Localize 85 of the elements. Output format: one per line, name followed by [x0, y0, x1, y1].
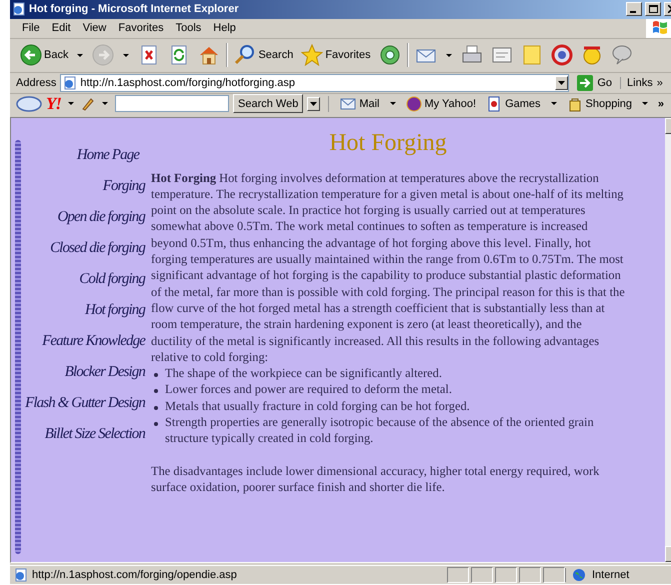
search-field[interactable] [115, 95, 229, 112]
globe-icon [572, 568, 586, 582]
status-pane [519, 567, 541, 584]
media-icon [378, 44, 401, 66]
envelope-icon [340, 96, 356, 112]
status-pane [495, 567, 517, 584]
nav-link[interactable]: Home Page [76, 144, 140, 166]
status-pane [543, 567, 565, 584]
status-text: http://n.1asphost.com/forging/opendie.asp [32, 569, 237, 582]
links-button[interactable]: Links [620, 76, 653, 89]
star-icon [301, 44, 324, 66]
bullet-icon [154, 373, 158, 378]
zone-label: Internet [592, 569, 630, 582]
status-pane [471, 567, 493, 584]
caret-icon[interactable] [102, 102, 108, 106]
more-button[interactable]: » [656, 76, 663, 89]
flag-logo-icon [652, 20, 668, 34]
caret-icon[interactable] [123, 54, 130, 57]
address-label: Address [16, 76, 56, 89]
nav-link[interactable]: Feature Knowledge [42, 330, 145, 352]
target-icon [550, 44, 573, 66]
toolbar-button[interactable]: Back [18, 44, 70, 66]
nav-link[interactable]: Hot forging [85, 298, 145, 321]
caret-icon [310, 102, 318, 106]
more-button[interactable]: » [658, 98, 664, 110]
window-title: Hot forging - Microsoft Internet Explorer [29, 3, 240, 16]
pencil-icon [81, 96, 95, 111]
page-icon [63, 76, 78, 90]
go-button[interactable]: Go [573, 74, 616, 91]
list-item-text: Lower forces and power are required to deform the metal. [165, 381, 452, 398]
toolbar-link[interactable]: Mail [337, 96, 382, 112]
bullet-icon [154, 422, 158, 426]
toolbar-link[interactable]: Shopping [564, 96, 636, 112]
caret-icon[interactable] [390, 102, 396, 106]
card-icon [486, 96, 502, 112]
list-item-text: Strength properties are generally isotropic because of the absence of the oriented grain structure typically created in cold forging. [165, 414, 595, 447]
search-web-button[interactable]: Search Web [233, 94, 304, 114]
caret-icon[interactable] [446, 54, 452, 57]
nav-link[interactable]: Open die forging [57, 206, 145, 228]
caret-icon[interactable] [68, 102, 74, 106]
nav-link[interactable]: Closed die forging [50, 236, 145, 259]
note-icon [520, 44, 543, 66]
menu-item[interactable]: Favorites [112, 22, 170, 34]
go-arrow-icon [577, 74, 594, 91]
status-pane [447, 567, 469, 584]
nav-link[interactable]: Billet Size Selection [44, 422, 145, 445]
caret-icon[interactable] [77, 54, 84, 57]
page-icon [12, 2, 26, 16]
dropdown-button[interactable] [307, 96, 320, 111]
caret-icon[interactable] [642, 102, 648, 106]
dropdown-button[interactable] [555, 76, 568, 90]
search-icon [234, 44, 256, 66]
bullet-icon [154, 406, 158, 410]
oval-logo-icon [16, 96, 42, 112]
page-title: Hot Forging [328, 130, 448, 156]
nav-link[interactable]: Forging [102, 174, 145, 197]
caret-icon[interactable] [550, 102, 557, 106]
address-field[interactable]: http://n.1asphost.com/forging/hotforging.asp [60, 74, 570, 92]
menu-item[interactable]: Edit [46, 22, 77, 34]
menu-item[interactable]: Help [207, 22, 242, 34]
minimize-button[interactable] [626, 2, 642, 16]
speech-bubble-icon [610, 44, 633, 66]
list-item-text: The shape of the workpiece can be significantly altered. [165, 365, 442, 382]
menu-item[interactable]: File [16, 22, 46, 34]
home-icon [198, 44, 220, 66]
bullet-icon [154, 389, 158, 394]
menu-item[interactable]: View [76, 22, 112, 34]
intro-paragraph: Hot Forging Hot forging involves deformation at temperatures above the recrystallization temperature. The recrystallization temperature for a given metal is about one-half of its melting point on the absolute scale. In practice hot forging is usually carried out at temperatures somewhat above 0.5Tm. The work metal continues to soften as temperature is increased beyond 0.5Tm, thus enhancing the advantage of hot forging above this level. Finally, hot forging temperatures are usually maintained within the range from 0.6Tm to 0.75Tm. The most significant advantage of hot forging is the capability to produce substantial plastic deformation of the metal, far more than is possible with cold forging. The principal reason for this is that the flow curve of the hot forged metal has a strength coefficient that is substantially less than at room temperature, the strain hardening exponent is zero (at least theoretically), and the ductility of the metal is significantly increased. All this results in the following advantages relative to cold forging: [151, 170, 625, 366]
menu-item[interactable]: Tools [170, 22, 208, 34]
nav-link[interactable]: Flash & Gutter Design [25, 392, 145, 414]
list-item-text: Metals that usually fracture in cold forging can be hot forged. [165, 398, 470, 414]
toolbar-button[interactable] [548, 44, 575, 66]
toolbar-button[interactable]: Search [232, 44, 296, 66]
toolbar-link[interactable]: My Yahoo! [402, 96, 480, 112]
maximize-button[interactable] [645, 2, 661, 16]
bag-icon [566, 96, 583, 112]
nav-link[interactable]: Blocker Design [64, 360, 145, 383]
caret-icon [558, 80, 566, 85]
toolbar-button[interactable]: Favorites [299, 44, 373, 66]
round-badge-icon [406, 96, 422, 112]
closing-paragraph: The disadvantages include lower dimensional accuracy, higher total energy required, work surface oxidation, poorer surface finish and shorter die life. [151, 462, 600, 496]
page-icon [14, 568, 28, 582]
maximize-icon [648, 5, 658, 14]
toolbar-link[interactable]: Games [483, 96, 544, 112]
nav-link[interactable]: Cold forging [79, 268, 145, 290]
